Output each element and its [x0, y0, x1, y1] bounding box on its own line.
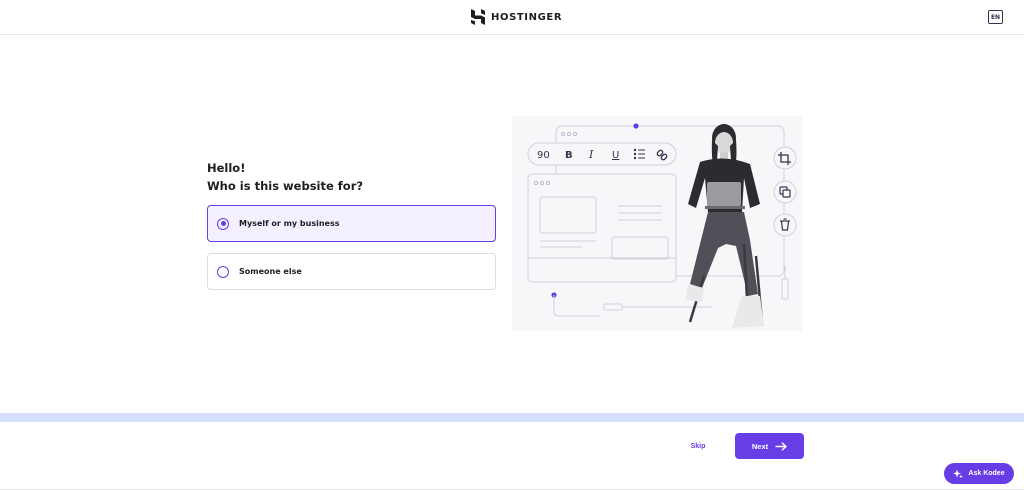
italic-icon: I	[588, 148, 594, 161]
next-button[interactable]: Next	[735, 433, 804, 459]
greeting-text: Hello!	[207, 161, 246, 175]
language-selector[interactable]: EN	[988, 10, 1003, 24]
bold-icon: B	[565, 150, 573, 161]
website-builder-illustration: 90 B I U	[512, 116, 802, 331]
progress-bar	[0, 413, 1024, 422]
top-header: HOSTINGER EN	[0, 0, 1024, 35]
option-myself-or-business[interactable]: Myself or my business	[207, 205, 496, 242]
brand-name: HOSTINGER	[491, 11, 563, 23]
font-size-value: 90	[537, 150, 550, 161]
sparkle-icon	[953, 469, 964, 478]
hostinger-logo-icon	[471, 9, 485, 25]
underline-icon: U	[612, 150, 619, 161]
radio-unselected[interactable]	[217, 265, 229, 278]
skip-button[interactable]: Skip	[680, 437, 716, 455]
arrow-right-icon	[775, 441, 788, 451]
bottom-divider	[0, 489, 1024, 490]
question-text: Who is this website for?	[207, 179, 364, 193]
hostinger-logo[interactable]: HOSTINGER	[471, 9, 562, 25]
next-button-label: Next	[751, 441, 769, 451]
option-label: Myself or my business	[239, 219, 340, 228]
ask-kodee-label: Ask Kodee	[968, 470, 1005, 477]
option-someone-else[interactable]: Someone else	[207, 253, 496, 290]
option-label: Someone else	[239, 267, 302, 276]
radio-selected[interactable]	[217, 217, 229, 230]
illustration-graphic: 90 B I U	[512, 116, 802, 331]
progress-bar-fill	[0, 413, 256, 422]
question-heading: Hello! Who is this website for?	[207, 159, 363, 195]
ask-kodee-button[interactable]: Ask Kodee	[944, 463, 1014, 484]
